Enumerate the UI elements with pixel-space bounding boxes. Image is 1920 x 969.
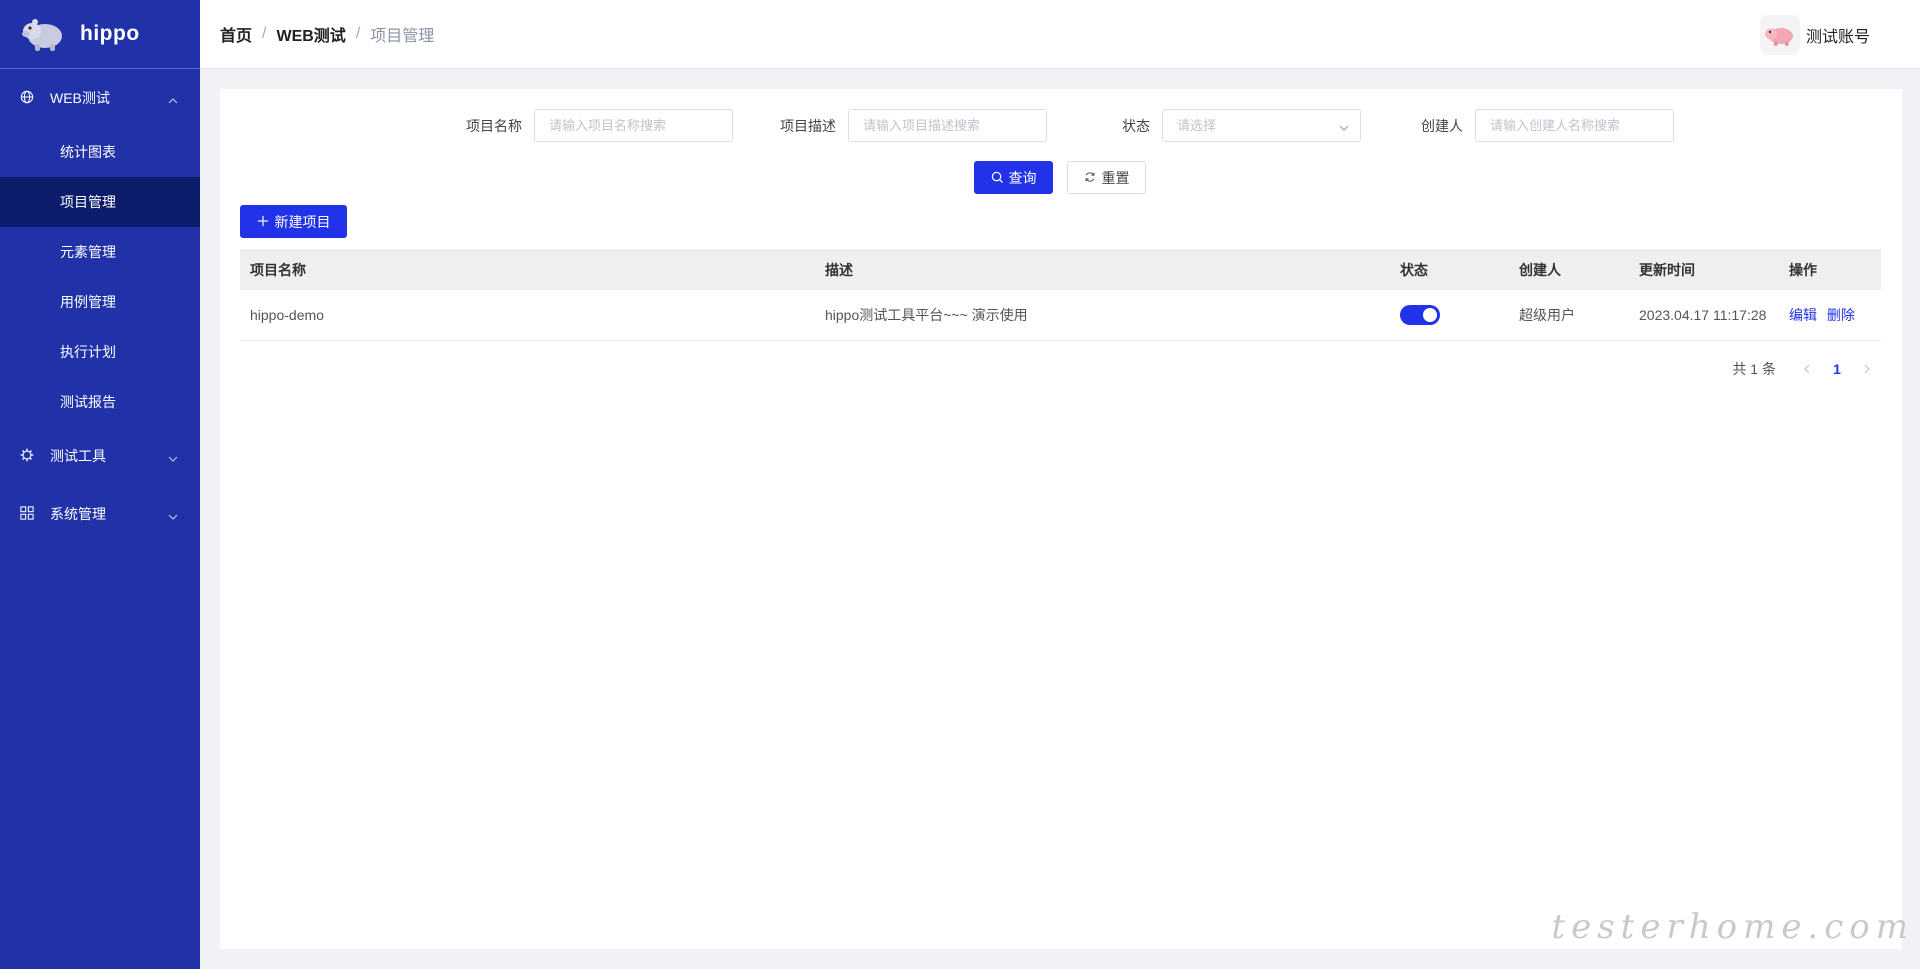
menu-web-test-label: WEB测试 xyxy=(50,90,110,106)
refresh-icon xyxy=(1084,171,1098,185)
menu-web-test[interactable]: WEB测试 xyxy=(0,69,200,127)
status-select[interactable] xyxy=(1162,109,1361,142)
plus-icon xyxy=(257,215,271,229)
cell-description: hippo测试工具平台~~~ 演示使用 xyxy=(825,307,1028,323)
menu-system-management[interactable]: 系统管理 xyxy=(0,485,200,543)
menu-group-system: 系统管理 xyxy=(0,485,200,543)
filter-bar: 项目名称 项目描述 状态 创建人 xyxy=(220,109,1902,143)
user-name: 测试账号 xyxy=(1805,29,1870,46)
creator-label: 创建人 xyxy=(1421,117,1463,134)
chevron-right-icon xyxy=(1864,364,1870,374)
col-status: 状态 xyxy=(1400,261,1428,278)
edit-link[interactable]: 编辑 xyxy=(1789,307,1817,323)
cell-status xyxy=(1390,305,1509,325)
menu-test-tools[interactable]: 测试工具 xyxy=(0,427,200,485)
search-button-label: 查询 xyxy=(1008,169,1037,186)
col-project-name: 项目名称 xyxy=(250,261,306,278)
filter-actions: 查询 重置 xyxy=(974,161,1146,194)
search-button[interactable]: 查询 xyxy=(974,161,1053,194)
table-row: hippo-demo hippo测试工具平台~~~ 演示使用 超级用户 2023… xyxy=(240,290,1881,341)
sidebar-item-execution-plan[interactable]: 执行计划 xyxy=(0,327,200,377)
project-name-input[interactable] xyxy=(534,109,733,142)
creator-input[interactable] xyxy=(1475,109,1674,142)
gear-icon xyxy=(20,448,36,464)
menu-system-label: 系统管理 xyxy=(50,506,106,522)
menu-group-web-test: WEB测试 统计图表 项目管理 元素管理 用例管理 执行计划 测试报告 xyxy=(0,69,200,427)
breadcrumb-current: 项目管理 xyxy=(370,28,435,45)
grid-icon xyxy=(20,506,36,522)
filter-project-desc: 项目描述 xyxy=(780,109,1047,142)
status-label: 状态 xyxy=(1122,117,1150,134)
prev-page-button[interactable] xyxy=(1792,364,1822,374)
reset-button[interactable]: 重置 xyxy=(1067,161,1146,194)
col-description: 描述 xyxy=(825,261,853,278)
app-name: hippo xyxy=(80,22,140,45)
sidebar-item-project-management[interactable]: 项目管理 xyxy=(0,177,200,227)
menu-group-test-tools: 测试工具 xyxy=(0,427,200,485)
table-header: 项目名称 描述 状态 创建人 更新时间 操作 xyxy=(240,249,1881,290)
sidebar-item-element-management[interactable]: 元素管理 xyxy=(0,227,200,277)
hippo-logo-icon xyxy=(20,14,66,54)
web-test-submenu: 统计图表 项目管理 元素管理 用例管理 执行计划 测试报告 xyxy=(0,127,200,427)
chevron-down-icon xyxy=(168,509,178,520)
user-menu[interactable]: 测试账号 xyxy=(1759,15,1870,55)
breadcrumb-home[interactable]: 首页 xyxy=(220,22,252,46)
avatar xyxy=(1759,15,1800,55)
globe-icon xyxy=(20,90,36,106)
next-page-button[interactable] xyxy=(1852,364,1882,374)
toggle-knob xyxy=(1423,308,1437,322)
sidebar-item-case-management[interactable]: 用例管理 xyxy=(0,277,200,327)
col-creator: 创建人 xyxy=(1519,261,1561,278)
cell-actions: 编辑 删除 xyxy=(1779,305,1881,325)
search-icon xyxy=(991,171,1005,185)
pagination: 共 1 条 1 xyxy=(1732,359,1882,379)
main-content: 项目名称 项目描述 状态 创建人 查询 xyxy=(220,89,1902,949)
project-desc-label: 项目描述 xyxy=(780,117,836,134)
col-actions: 操作 xyxy=(1789,261,1817,278)
cell-updated: 2023.04.17 11:17:28 xyxy=(1639,307,1767,323)
breadcrumb-separator: / xyxy=(262,25,267,42)
pagination-total: 共 1 条 xyxy=(1732,361,1776,377)
cell-project-name: hippo-demo xyxy=(250,307,324,323)
new-project-button[interactable]: 新建项目 xyxy=(240,205,347,238)
watermark: testerhome.com xyxy=(1551,907,1914,947)
sidebar-item-statistics[interactable]: 统计图表 xyxy=(0,127,200,177)
breadcrumb: 首页 / WEB测试 / 项目管理 xyxy=(220,22,434,46)
breadcrumb-web-test[interactable]: WEB测试 xyxy=(276,22,345,46)
filter-project-name: 项目名称 xyxy=(466,109,733,142)
col-updated: 更新时间 xyxy=(1639,261,1695,278)
chevron-up-icon xyxy=(168,93,178,104)
app-logo[interactable]: hippo xyxy=(0,0,200,69)
project-desc-input[interactable] xyxy=(848,109,1047,142)
sidebar: hippo WEB测试 统计图表 项目管理 元素管理 用例管理 执行计划 测试报… xyxy=(0,0,200,969)
menu-test-tools-label: 测试工具 xyxy=(50,448,106,464)
status-toggle[interactable] xyxy=(1400,305,1440,325)
sidebar-menu: WEB测试 统计图表 项目管理 元素管理 用例管理 执行计划 测试报告 测试工具 xyxy=(0,69,200,543)
chevron-left-icon xyxy=(1804,364,1810,374)
delete-link[interactable]: 删除 xyxy=(1827,307,1855,323)
top-header: 首页 / WEB测试 / 项目管理 测试账号 xyxy=(200,0,1920,69)
cell-creator: 超级用户 xyxy=(1519,307,1575,323)
page-number-current[interactable]: 1 xyxy=(1822,361,1852,377)
reset-button-label: 重置 xyxy=(1101,169,1130,186)
filter-creator: 创建人 xyxy=(1421,109,1674,142)
project-table: 项目名称 描述 状态 创建人 更新时间 操作 hippo-demo hippo测… xyxy=(240,249,1881,341)
project-name-label: 项目名称 xyxy=(466,117,522,134)
chevron-down-icon xyxy=(168,451,178,462)
chevron-down-icon xyxy=(1339,120,1349,131)
new-project-label: 新建项目 xyxy=(274,213,331,230)
sidebar-item-test-report[interactable]: 测试报告 xyxy=(0,377,200,427)
filter-status: 状态 xyxy=(1122,109,1361,142)
status-select-input[interactable] xyxy=(1162,109,1361,142)
breadcrumb-separator: / xyxy=(355,25,361,42)
